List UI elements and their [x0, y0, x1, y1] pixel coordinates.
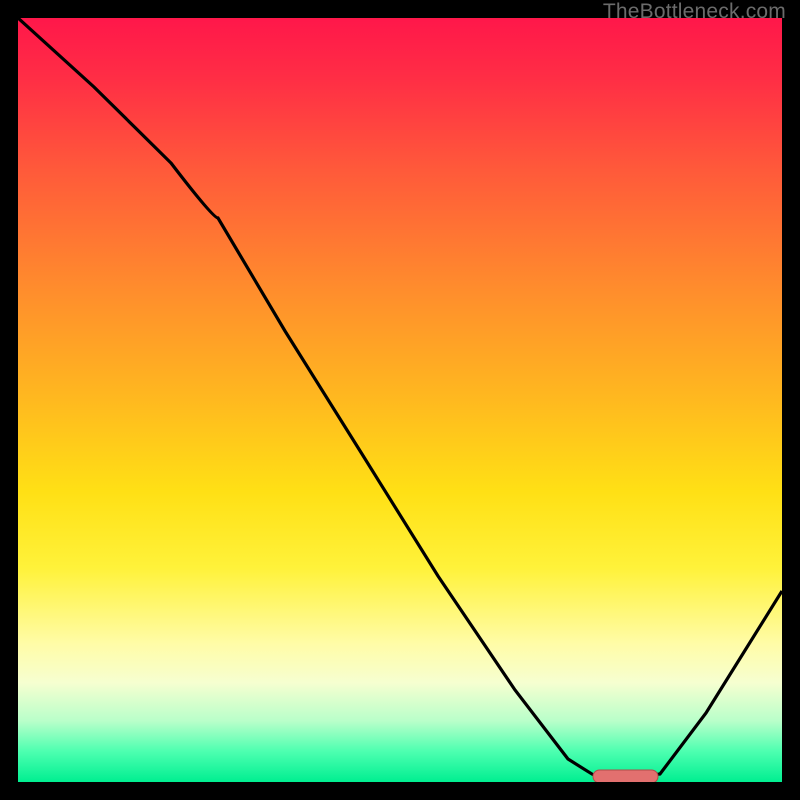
chart-frame: TheBottleneck.com: [0, 0, 800, 800]
curve-layer: [18, 18, 782, 782]
watermark-text: TheBottleneck.com: [603, 0, 786, 24]
optimal-range-marker: [593, 770, 658, 782]
plot-area: [18, 18, 782, 782]
bottleneck-curve: [18, 18, 782, 778]
